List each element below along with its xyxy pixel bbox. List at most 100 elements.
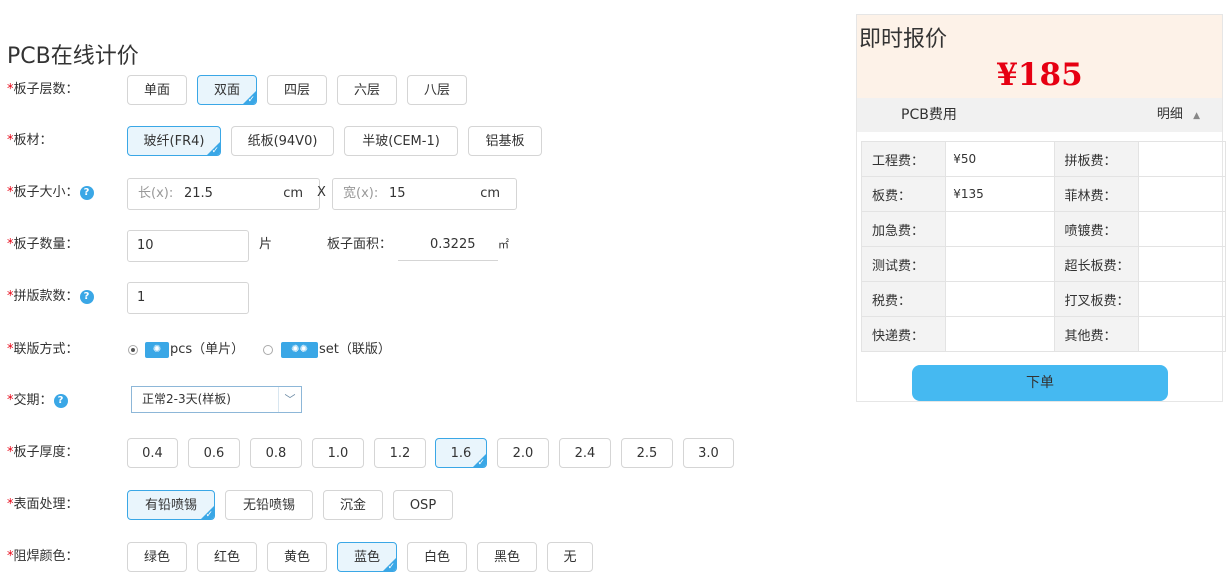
thickness-option[interactable]: 3.0 [683,438,734,468]
fee-value: ¥50 [945,141,1055,177]
detail-toggle[interactable]: 明细 ▲ [1157,98,1200,133]
fee-value: ¥135 [945,176,1055,212]
layers-row: *板子层数： 单面 双面 四层 六层 八层 [7,75,527,107]
quantity-value: 10 [137,238,154,253]
width-input[interactable]: 宽(x): 15 cm [332,178,517,210]
panel-mode-row: *联版方式： ✺ pcs（单片） ✺✺ set（联版） [7,335,427,367]
size-label: *板子大小：? [7,178,94,208]
solder-color-row: *阻焊颜色： 绿色 红色 黄色 蓝色 白色 黑色 无 [7,542,607,574]
solder-color-red[interactable]: 红色 [197,542,257,572]
thickness-option[interactable]: 0.6 [188,438,240,468]
chevron-down-icon: ﹀ [278,387,301,412]
fee-row: 快递费： 其他费： [860,316,1227,352]
panel-count-input[interactable]: 1 [127,282,249,314]
fee-value [1137,176,1227,212]
fee-title: PCB费用 [901,107,957,123]
page-title: PCB在线计价 [7,44,139,69]
surface-option-enig[interactable]: 沉金 [323,490,383,520]
fee-label: 工程费： [860,141,947,177]
quote-header: 即时报价 ¥185 [857,15,1222,98]
size-separator: X [317,185,326,200]
set-board-icon: ✺✺ [281,342,318,358]
quantity-label: *板子数量： [7,237,79,252]
solder-color-blue[interactable]: 蓝色 [337,542,397,572]
fee-value [945,246,1055,282]
fee-row: 加急费： 喷镀费： [860,211,1227,247]
surface-option-osp[interactable]: OSP [393,490,453,520]
width-value: 15 [389,186,406,201]
material-option-94v0[interactable]: 纸板(94V0) [231,126,334,156]
material-option-aluminum[interactable]: 铝基板 [468,126,542,156]
material-row: *板材： 玻纤(FR4) 纸板(94V0) 半玻(CEM-1) 铝基板 [7,126,567,158]
solder-color-yellow[interactable]: 黄色 [267,542,327,572]
layers-option-single[interactable]: 单面 [127,75,187,105]
layers-option-eight[interactable]: 八层 [407,75,467,105]
fee-value [945,281,1055,317]
fee-value [1137,141,1227,177]
solder-color-black[interactable]: 黑色 [477,542,537,572]
fee-bar: PCB费用 明细 ▲ [857,98,1222,132]
thickness-row: *板子厚度： 0.4 0.6 0.8 1.0 1.2 1.6 2.0 2.4 2… [7,438,747,470]
layers-option-four[interactable]: 四层 [267,75,327,105]
pcs-radio[interactable] [128,345,138,355]
width-unit: cm [480,186,500,201]
width-placeholder: 宽(x): [343,186,379,201]
thickness-option[interactable]: 2.4 [559,438,611,468]
quantity-unit: 片 [259,237,273,252]
caret-up-icon: ▲ [1193,111,1200,121]
material-option-cem1[interactable]: 半玻(CEM-1) [344,126,458,156]
fee-label: 板费： [860,176,947,212]
surface-row: *表面处理： 有铅喷锡 无铅喷锡 沉金 OSP [7,490,467,522]
thickness-option[interactable]: 2.0 [497,438,549,468]
length-input[interactable]: 长(x): 21.5 cm [127,178,320,210]
fee-row: 税费： 打叉板费： [860,281,1227,317]
fee-label: 超长板费： [1053,246,1139,282]
fee-label: 喷镀费： [1053,211,1139,247]
fee-label: 拼板费： [1053,141,1139,177]
delivery-select[interactable]: 正常2-3天(样板) ﹀ [131,386,302,413]
fee-label: 税费： [860,281,947,317]
delivery-value: 正常2-3天(样板) [142,392,231,406]
fee-row: 板费： ¥135 菲林费： [860,176,1227,212]
fee-label: 打叉板费： [1053,281,1139,317]
order-button[interactable]: 下单 [912,365,1168,401]
help-icon[interactable]: ? [79,289,94,304]
solder-color-green[interactable]: 绿色 [127,542,187,572]
solder-color-none[interactable]: 无 [547,542,593,572]
panel-count-value: 1 [137,290,146,305]
thickness-option[interactable]: 0.4 [127,438,178,468]
layers-option-six[interactable]: 六层 [337,75,397,105]
thickness-option[interactable]: 0.8 [250,438,302,468]
delivery-row: *交期：? 正常2-3天(样板) ﹀ [7,386,327,418]
fee-value [1137,281,1227,317]
surface-option-leaded-hasl[interactable]: 有铅喷锡 [127,490,215,520]
solder-color-white[interactable]: 白色 [407,542,467,572]
thickness-option[interactable]: 1.2 [374,438,426,468]
quantity-input[interactable]: 10 [127,230,249,262]
set-label[interactable]: set（联版） [319,335,391,365]
length-placeholder: 长(x): [138,186,174,201]
quote-price: ¥185 [996,57,1083,93]
layers-label: *板子层数： [7,82,79,97]
surface-label: *表面处理： [7,497,79,512]
thickness-option[interactable]: 2.5 [621,438,673,468]
pcs-label[interactable]: pcs（单片） [170,335,244,365]
help-icon[interactable]: ? [79,185,94,200]
layers-option-double[interactable]: 双面 [197,75,257,105]
thickness-option[interactable]: 1.0 [312,438,364,468]
fee-label: 菲林费： [1053,176,1139,212]
area-unit: ㎡ [498,238,509,251]
help-icon[interactable]: ? [53,393,68,408]
thickness-option-selected[interactable]: 1.6 [435,438,487,468]
area-value: 0.3225 [430,237,476,252]
delivery-label: *交期：? [7,386,68,416]
set-radio[interactable] [263,345,273,355]
material-option-fr4[interactable]: 玻纤(FR4) [127,126,221,156]
length-unit: cm [283,186,303,201]
fee-value [1137,316,1227,352]
material-label: *板材： [7,133,53,148]
length-value: 21.5 [184,186,213,201]
panel-mode-label: *联版方式： [7,342,79,357]
surface-option-leadfree-hasl[interactable]: 无铅喷锡 [225,490,313,520]
detail-label: 明细 [1156,107,1183,122]
